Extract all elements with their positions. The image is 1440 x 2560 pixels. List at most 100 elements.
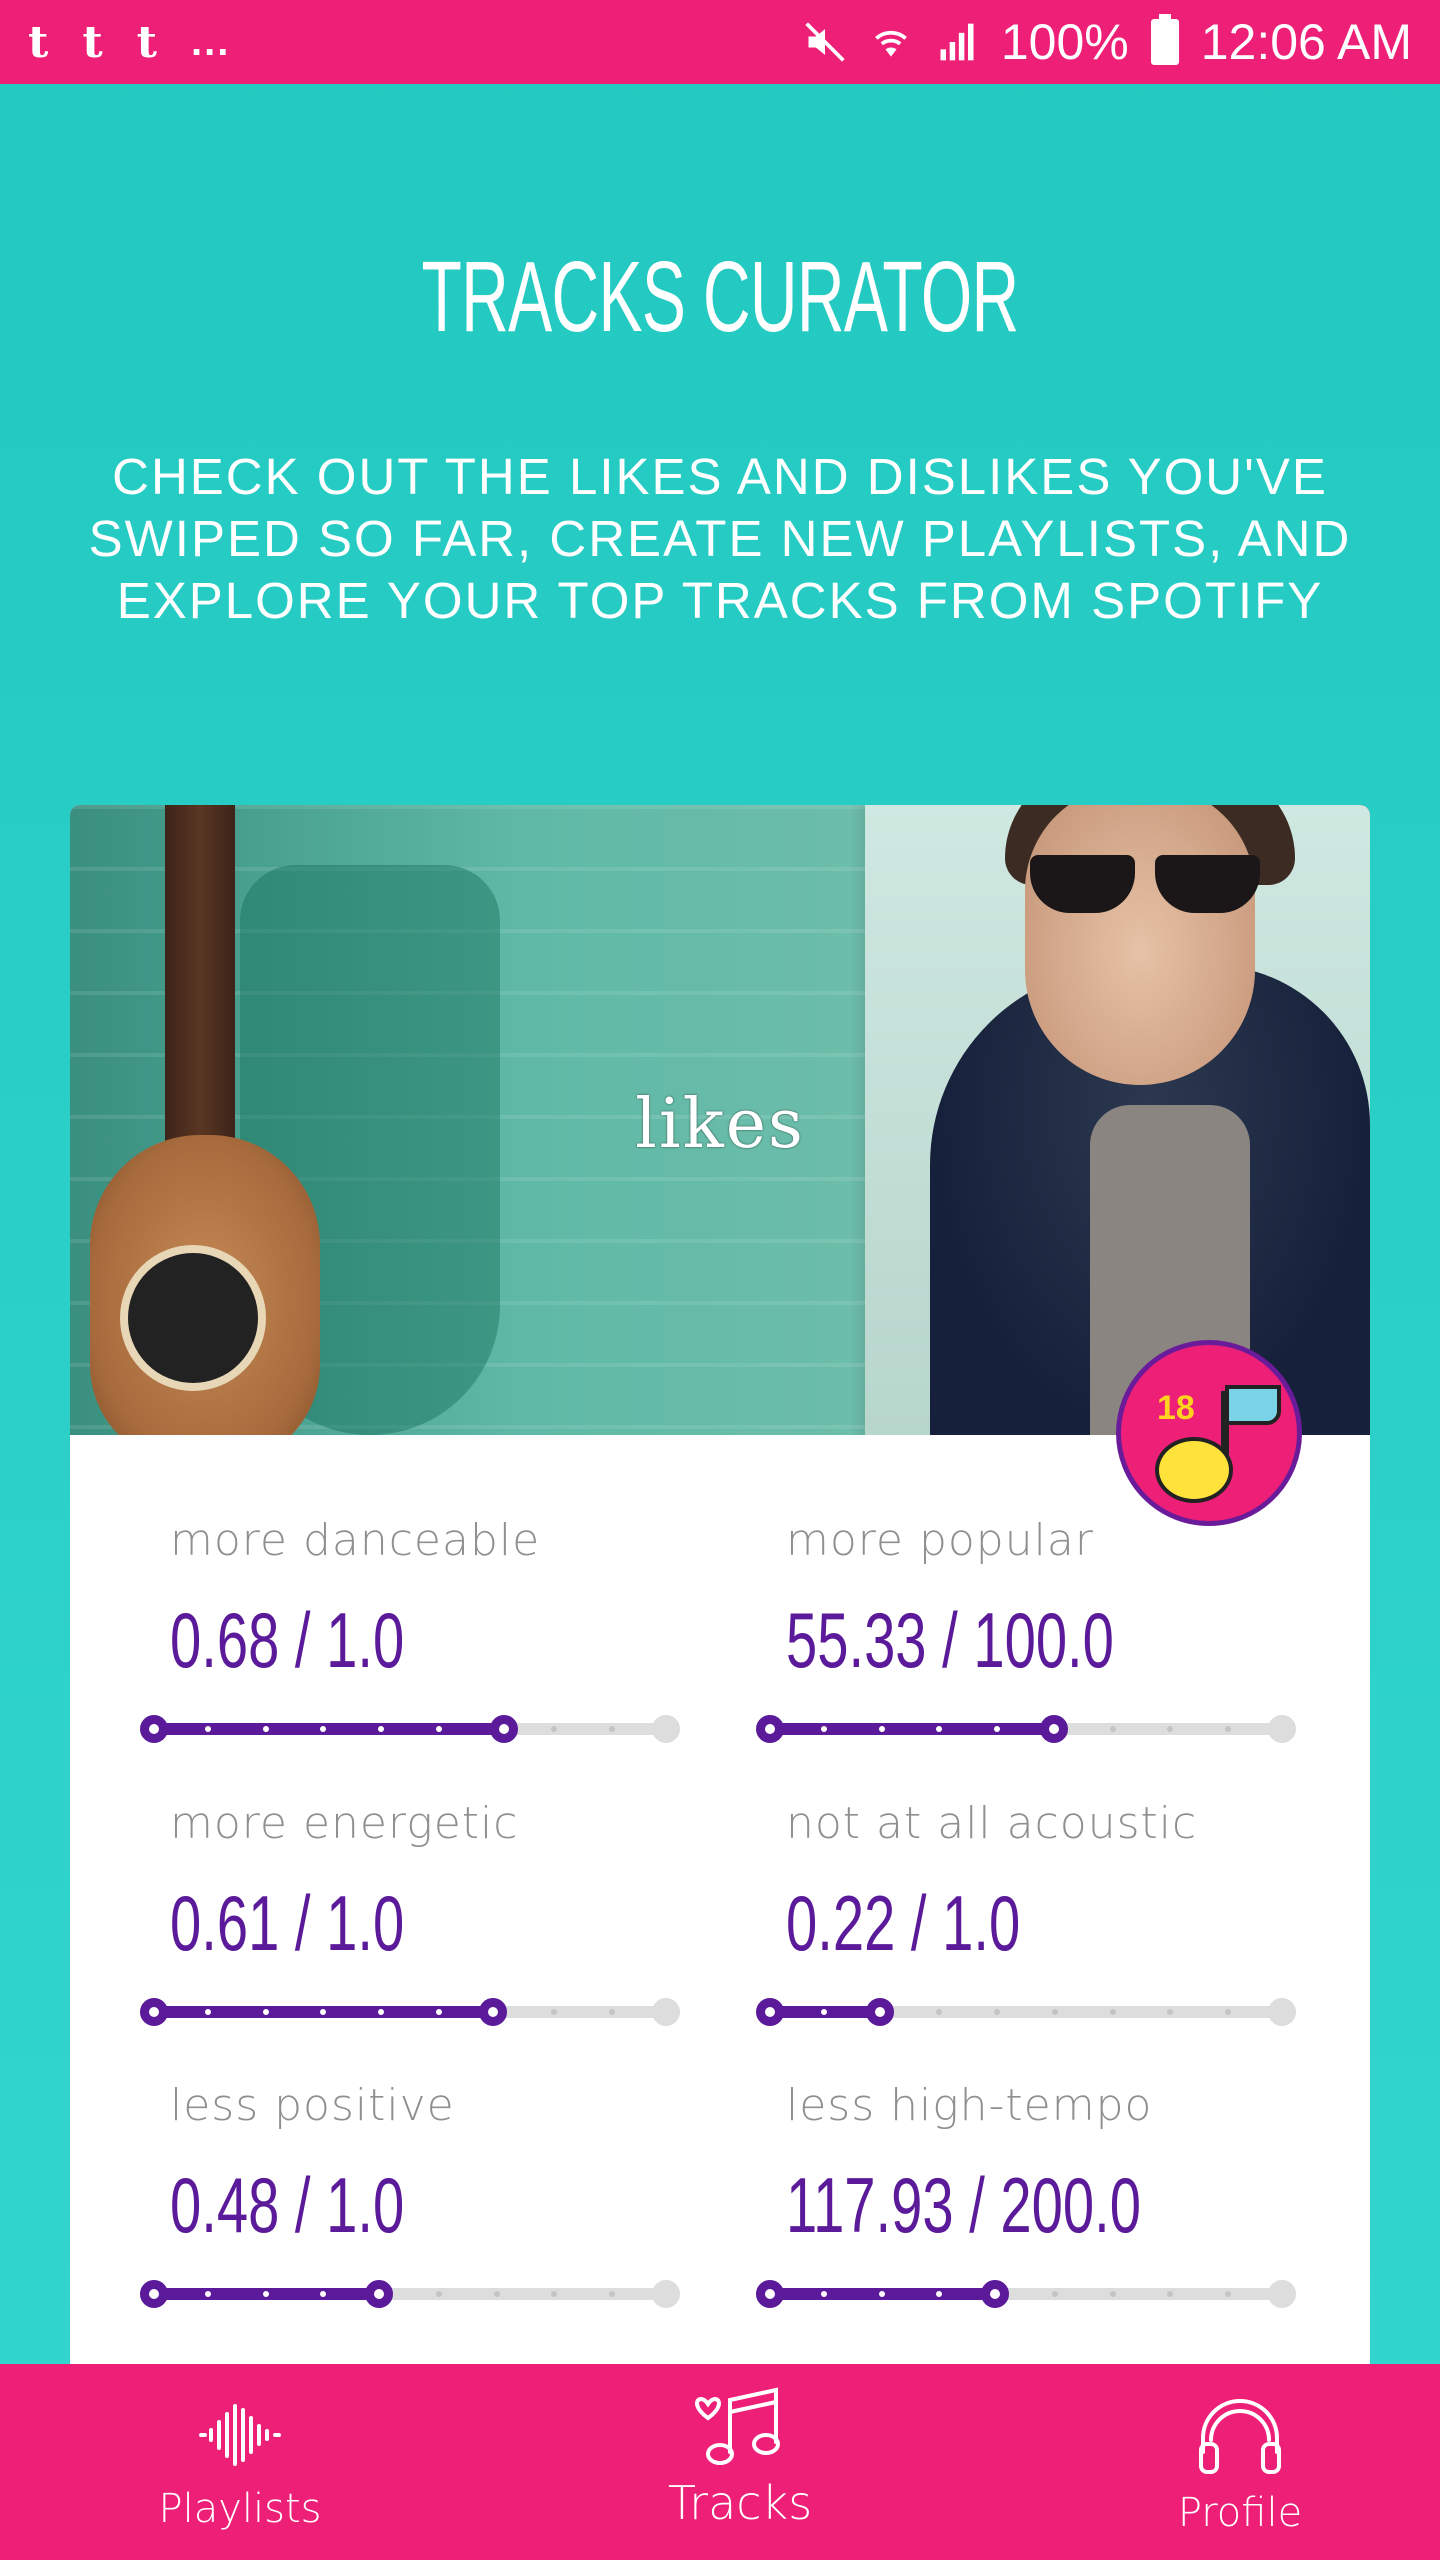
slider-tick [436, 2291, 442, 2297]
slider-tick [263, 2009, 269, 2015]
slider-tick [320, 2009, 326, 2015]
slider-tick [609, 2291, 615, 2297]
slider-tick [263, 2291, 269, 2297]
slider-tick [205, 2291, 211, 2297]
slider-tick [879, 1726, 885, 1732]
likes-card[interactable]: likes 18 more danceable 0.68 / 1.0 more … [70, 805, 1370, 2365]
slider-tick [936, 2291, 942, 2297]
music-note-heart-icon [695, 2387, 780, 2465]
stat-value: 0.61 / 1.0 [170, 1879, 405, 1967]
tumblr-notification-icon: t [28, 16, 49, 68]
slider-tick [551, 2291, 557, 2297]
slider-start-knob [756, 1715, 784, 1743]
hero-title: likes [635, 1085, 805, 1164]
slider-tick [263, 1726, 269, 1732]
slider-start-knob [140, 1998, 168, 2026]
slider-end-knob [652, 1715, 680, 1743]
slider-tick [1167, 2291, 1173, 2297]
slider-tick [1110, 2009, 1116, 2015]
stat-label: not at all acoustic [786, 1798, 1198, 1849]
hero-person-face [1025, 805, 1255, 1085]
clock: 12:06 AM [1200, 14, 1412, 70]
headphones-icon [1199, 2399, 1281, 2474]
stat-label: more popular [786, 1515, 1094, 1566]
music-note-badge-icon: 18 [1116, 1340, 1302, 1526]
slider-tick [494, 2291, 500, 2297]
slider-tick [936, 2009, 942, 2015]
slider-tick [1110, 1726, 1116, 1732]
slider-value-knob [1040, 1715, 1068, 1743]
slider-tick [551, 1726, 557, 1732]
stat-slider [140, 1998, 680, 2026]
stat-slider [140, 2280, 680, 2308]
mute-icon [805, 22, 845, 62]
slider-tick [1225, 2291, 1231, 2297]
slider-tick [378, 2009, 384, 2015]
slider-start-knob [756, 2280, 784, 2308]
slider-tick [821, 2291, 827, 2297]
stat-label: more energetic [170, 1798, 519, 1849]
slider-end-knob [1268, 1715, 1296, 1743]
slider-tick [609, 2009, 615, 2015]
stat-label: less positive [170, 2080, 455, 2131]
slider-end-knob [1268, 2280, 1296, 2308]
status-bar: t t t ... 100% 12:06 AM [0, 0, 1440, 84]
tumblr-notification-icon: t [136, 16, 157, 68]
more-notifications-indicator: ... [190, 19, 231, 64]
slider-tick [994, 1726, 1000, 1732]
stat-value: 117.93 / 200.0 [786, 2161, 1141, 2249]
nav-playlists[interactable]: Playlists [90, 2364, 390, 2560]
stat-value: 0.68 / 1.0 [170, 1596, 405, 1684]
stat-value: 0.22 / 1.0 [786, 1879, 1021, 1967]
stat-label: less high-tempo [786, 2080, 1153, 2131]
slider-end-knob [652, 1998, 680, 2026]
nav-playlists-label: Playlists [158, 2486, 322, 2532]
system-indicators: 100% 12:06 AM [803, 13, 1412, 71]
likes-hero-image[interactable]: likes [70, 805, 1370, 1435]
slider-tick [320, 1726, 326, 1732]
stat-value: 55.33 / 100.0 [786, 1596, 1114, 1684]
slider-value-knob [490, 1715, 518, 1743]
page-title: TRACKS CURATOR [421, 241, 1019, 353]
slider-tick [994, 2009, 1000, 2015]
slider-tick [821, 1726, 827, 1732]
slider-tick [320, 2291, 326, 2297]
slider-end-knob [1268, 1998, 1296, 2026]
stat-slider [756, 1715, 1296, 1743]
bottom-navigation: Playlists Tracks Profile [0, 2364, 1440, 2560]
nav-profile[interactable]: Profile [1090, 2364, 1390, 2560]
slider-tick [936, 1726, 942, 1732]
slider-tick [1052, 2291, 1058, 2297]
badge-age-label: 18 [1157, 1389, 1195, 1427]
badge-note-flag [1225, 1385, 1281, 1425]
page-subtitle: CHECK OUT THE LIKES AND DISLIKES YOU'VE … [88, 448, 1352, 629]
slider-fill [150, 1723, 504, 1735]
slider-tick [1225, 1726, 1231, 1732]
stat-value: 0.48 / 1.0 [170, 2161, 405, 2249]
hero-guitar-soundhole [120, 1245, 266, 1391]
stat-label: more danceable [170, 1515, 541, 1566]
slider-tick [609, 1726, 615, 1732]
wifi-icon [874, 30, 907, 57]
badge-note-head [1155, 1437, 1233, 1503]
slider-tick [1167, 2009, 1173, 2015]
nav-tracks[interactable]: Tracks [590, 2364, 890, 2560]
slider-tick [1225, 2009, 1231, 2015]
slider-value-knob [365, 2280, 393, 2308]
slider-tick [436, 1726, 442, 1732]
stat-slider [140, 1715, 680, 1743]
tumblr-notification-icon: t [82, 16, 103, 68]
slider-tick [205, 1726, 211, 1732]
slider-end-knob [652, 2280, 680, 2308]
battery-icon [1150, 14, 1179, 65]
waveform-icon [199, 2404, 281, 2466]
slider-start-knob [140, 2280, 168, 2308]
stat-slider [756, 2280, 1296, 2308]
slider-tick [1167, 1726, 1173, 1732]
notification-area: t t t ... [28, 17, 230, 68]
hero-person-sunglasses [1030, 855, 1260, 915]
slider-value-knob [479, 1998, 507, 2026]
slider-start-knob [756, 1998, 784, 2026]
slider-tick [879, 2291, 885, 2297]
slider-tick [436, 2009, 442, 2015]
